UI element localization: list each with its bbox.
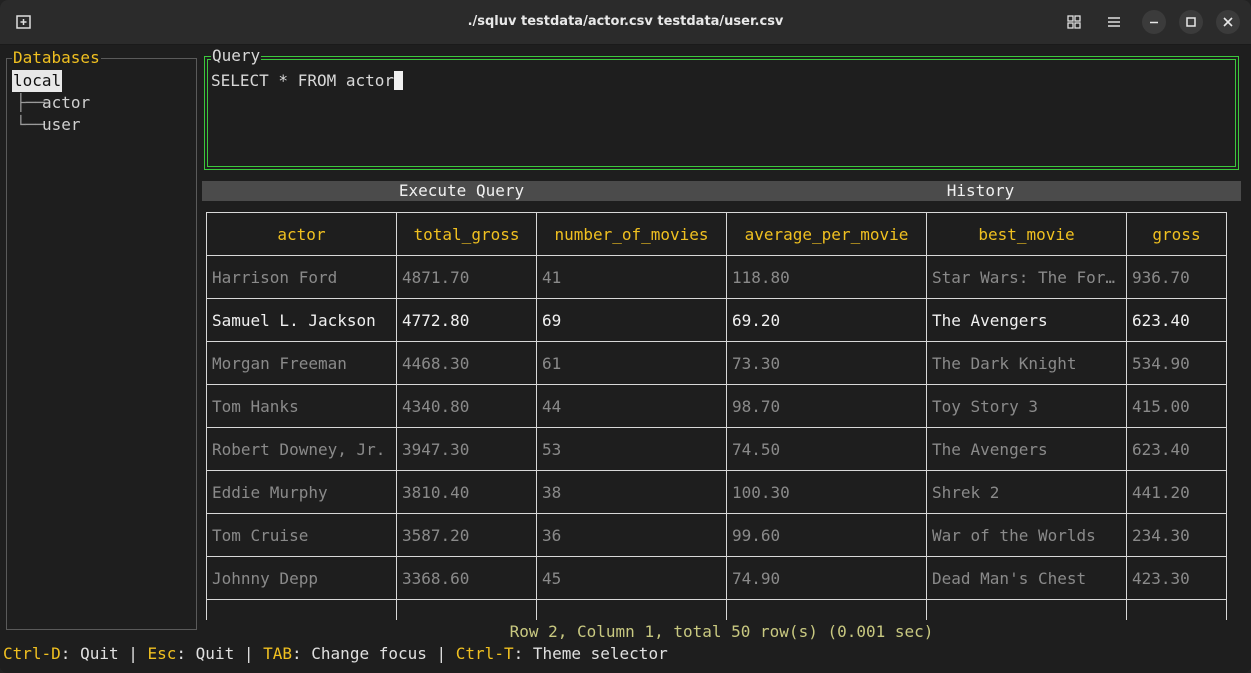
key-label: Ctrl-T xyxy=(455,644,514,663)
column-header[interactable]: number_of_movies xyxy=(536,212,727,256)
table-cell[interactable]: Star Wars: The For… xyxy=(926,255,1127,299)
results-table[interactable]: actor total_gross number_of_movies avera… xyxy=(206,212,1227,620)
header-row: actor total_gross number_of_movies avera… xyxy=(206,212,1227,256)
key-action: : Quit | xyxy=(176,644,264,663)
history-button[interactable]: History xyxy=(721,181,1240,201)
table-cell[interactable]: The Dark Knight xyxy=(926,341,1127,385)
table-row-partial[interactable] xyxy=(206,599,1227,620)
table-cell[interactable]: 4468.30 xyxy=(396,341,537,385)
table-cell[interactable]: 4871.70 xyxy=(396,255,537,299)
table-cell[interactable]: 99.60 xyxy=(726,513,927,557)
table-cell[interactable]: Shrek 2 xyxy=(926,470,1127,514)
table-cell[interactable]: 441.20 xyxy=(1126,470,1227,514)
table-row[interactable]: Morgan Freeman 4468.30 61 73.30 The Dark Kni… xyxy=(206,341,1227,385)
key-label: TAB xyxy=(263,644,293,663)
table-cell[interactable]: 4340.80 xyxy=(396,384,537,428)
table-cell[interactable]: 74.50 xyxy=(726,427,927,471)
databases-panel: Databases xyxy=(6,49,197,630)
table-cell[interactable]: 73.30 xyxy=(726,341,927,385)
tree-item-user[interactable]: user xyxy=(42,114,81,136)
column-header[interactable]: actor xyxy=(206,212,397,256)
table-cell[interactable]: 69 xyxy=(536,298,727,342)
table-cell[interactable]: Eddie Murphy xyxy=(206,470,397,514)
table-cell[interactable]: 69.20 xyxy=(726,298,927,342)
query-title: Query xyxy=(211,46,262,65)
title-bar: ./sqluv testdata/actor.csv testdata/user… xyxy=(0,0,1251,45)
table-row[interactable]: Eddie Murphy 3810.40 38 100.30 Shrek 2 441.20 xyxy=(206,470,1227,514)
table-cell[interactable]: Dead Man's Chest xyxy=(926,556,1127,600)
table-cell[interactable]: Tom Hanks xyxy=(206,384,397,428)
table-cell[interactable]: 100.30 xyxy=(726,470,927,514)
keybinding-footer: Ctrl-D: Quit | Esc: Quit | TAB: Change f… xyxy=(3,645,668,663)
table-cell[interactable]: War of the Worlds xyxy=(926,513,1127,557)
tree-branch: └── xyxy=(16,115,45,134)
status-line: Row 2, Column 1, total 50 row(s) (0.001 … xyxy=(509,622,934,641)
table-cell[interactable]: Harrison Ford xyxy=(206,255,397,299)
menu-icon[interactable] xyxy=(1104,12,1124,32)
table-row[interactable]: Harrison Ford 4871.70 41 118.80 Star Wars: T… xyxy=(206,255,1227,299)
key-label: Ctrl-D xyxy=(3,644,61,663)
close-icon[interactable] xyxy=(1216,10,1240,34)
table-cell[interactable]: 936.70 xyxy=(1126,255,1227,299)
table-cell[interactable]: 44 xyxy=(536,384,727,428)
table-cell[interactable]: 38 xyxy=(536,470,727,514)
column-header[interactable]: gross xyxy=(1126,212,1227,256)
table-cell[interactable]: 98.70 xyxy=(726,384,927,428)
table-row[interactable]: Johnny Depp 3368.60 45 74.90 Dead Man's Ches… xyxy=(206,556,1227,600)
key-action: : Quit | xyxy=(60,644,148,663)
table-cell[interactable]: Morgan Freeman xyxy=(206,341,397,385)
key-action: : Theme selector xyxy=(513,644,668,663)
maximize-icon[interactable] xyxy=(1179,10,1203,34)
minimize-icon[interactable] xyxy=(1142,10,1166,34)
terminal-area: Databases local ├── actor └── user Query… xyxy=(0,45,1251,673)
table-cell[interactable]: 118.80 xyxy=(726,255,927,299)
button-bar: Execute Query History xyxy=(202,181,1241,201)
table-row-selected[interactable]: Samuel L. Jackson 4772.80 69 69.20 The Aveng… xyxy=(206,298,1227,342)
table-cell[interactable]: 36 xyxy=(536,513,727,557)
databases-title: Databases xyxy=(12,48,101,67)
results-viewport[interactable]: actor total_gross number_of_movies avera… xyxy=(206,212,1228,620)
key-action: : Change focus | xyxy=(292,644,456,663)
table-cell[interactable]: Tom Cruise xyxy=(206,513,397,557)
table-cell[interactable]: 623.40 xyxy=(1126,427,1227,471)
table-cell[interactable]: 623.40 xyxy=(1126,298,1227,342)
table-row[interactable]: Robert Downey, Jr. 3947.30 53 74.50 The Aven… xyxy=(206,427,1227,471)
table-cell[interactable]: 3810.40 xyxy=(396,470,537,514)
table-cell[interactable]: 534.90 xyxy=(1126,341,1227,385)
tree-branch: ├── xyxy=(16,93,45,112)
query-text: SELECT * FROM actor xyxy=(211,71,395,90)
table-cell[interactable]: 45 xyxy=(536,556,727,600)
execute-query-button[interactable]: Execute Query xyxy=(202,181,721,201)
table-cell[interactable]: 3368.60 xyxy=(396,556,537,600)
table-cell[interactable]: 234.30 xyxy=(1126,513,1227,557)
table-row[interactable]: Tom Cruise 3587.20 36 99.60 War of the World… xyxy=(206,513,1227,557)
table-cell[interactable]: 41 xyxy=(536,255,727,299)
query-panel[interactable]: Query SELECT * FROM actor xyxy=(204,47,1239,170)
column-header[interactable]: best_movie xyxy=(926,212,1127,256)
table-cell[interactable]: Johnny Depp xyxy=(206,556,397,600)
table-cell[interactable]: Samuel L. Jackson xyxy=(206,298,397,342)
table-cell[interactable]: Robert Downey, Jr. xyxy=(206,427,397,471)
tree-item-actor[interactable]: actor xyxy=(42,92,90,114)
table-cell[interactable]: Toy Story 3 xyxy=(926,384,1127,428)
table-row[interactable]: Tom Hanks 4340.80 44 98.70 Toy Story 3 415.00 xyxy=(206,384,1227,428)
query-editor[interactable]: SELECT * FROM actor xyxy=(211,71,404,90)
column-header[interactable]: average_per_movie xyxy=(726,212,927,256)
table-cell[interactable]: The Avengers xyxy=(926,427,1127,471)
tree-root-local[interactable]: local xyxy=(12,70,63,92)
table-cell[interactable]: 3947.30 xyxy=(396,427,537,471)
table-cell[interactable]: 53 xyxy=(536,427,727,471)
table-cell[interactable]: 61 xyxy=(536,341,727,385)
key-label: Esc xyxy=(147,644,177,663)
table-cell[interactable]: 423.30 xyxy=(1126,556,1227,600)
table-cell[interactable]: The Avengers xyxy=(926,298,1127,342)
column-header[interactable]: total_gross xyxy=(396,212,537,256)
table-cell[interactable]: 415.00 xyxy=(1126,384,1227,428)
grid-view-icon[interactable] xyxy=(1064,12,1084,32)
table-cell[interactable]: 3587.20 xyxy=(396,513,537,557)
text-cursor xyxy=(394,71,404,90)
table-cell[interactable]: 4772.80 xyxy=(396,298,537,342)
table-cell[interactable]: 74.90 xyxy=(726,556,927,600)
terminal-window: ./sqluv testdata/actor.csv testdata/user… xyxy=(0,0,1251,673)
